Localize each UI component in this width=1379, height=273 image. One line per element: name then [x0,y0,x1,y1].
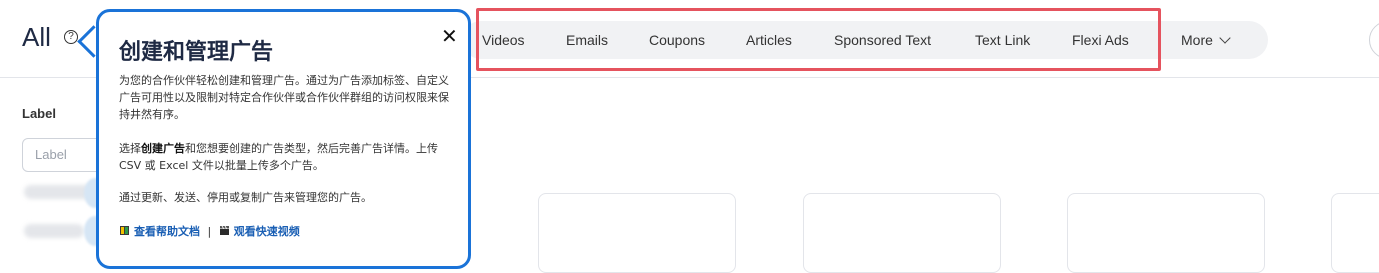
help-docs-link[interactable]: 查看帮助文档 [134,225,200,238]
popover-paragraph-intro: 为您的合作伙伴轻松创建和管理广告。通过为广告添加标签、自定义广告可用性以及限制对… [119,74,449,121]
para-prefix: 选择 [119,142,141,155]
tab-more[interactable]: More [1181,21,1231,59]
popover-links: 查看帮助文档 | 观看快速视频 [119,223,300,239]
blurred-list-item [24,224,84,238]
ad-card[interactable] [1331,193,1379,273]
ad-card[interactable] [538,193,736,273]
book-icon [120,226,129,235]
chevron-down-icon [1219,32,1231,44]
tab-sponsored-text[interactable]: Sponsored Text [834,21,931,59]
close-icon[interactable]: ✕ [441,24,458,49]
tab-emails[interactable]: Emails [566,21,608,59]
view-toggle-button[interactable] [1369,21,1379,59]
tab-videos[interactable]: Videos [482,21,525,59]
ad-type-tab-bar: Videos Emails Coupons Articles Sponsored… [462,21,1268,59]
page-title: All [22,22,51,52]
popover-paragraph-manage: 通过更新、发送、停用或复制广告来管理您的广告。 [119,191,372,204]
ad-card[interactable] [803,193,1001,273]
link-separator: | [207,225,212,238]
tab-flexi-ads[interactable]: Flexi Ads [1072,21,1129,59]
tab-articles[interactable]: Articles [746,21,792,59]
create-ad-emphasis: 创建广告 [141,142,185,155]
help-icon[interactable]: ? [64,30,78,44]
ad-card[interactable] [1067,193,1265,273]
clapperboard-icon [219,225,229,235]
quick-video-link[interactable]: 观看快速视频 [234,225,300,238]
filter-label-heading: Label [22,106,56,121]
popover-paragraph-create: 选择创建广告和您想要创建的广告类型，然后完善广告详情。上传 CSV 或 Exce… [119,140,459,174]
onboarding-popover: 创建和管理广告 ✕ 为您的合作伙伴轻松创建和管理广告。通过为广告添加标签、自定义… [96,9,471,269]
tab-more-label: More [1181,32,1213,48]
tab-text-link[interactable]: Text Link [975,21,1030,59]
tab-coupons[interactable]: Coupons [649,21,705,59]
popover-title: 创建和管理广告 [119,40,274,65]
